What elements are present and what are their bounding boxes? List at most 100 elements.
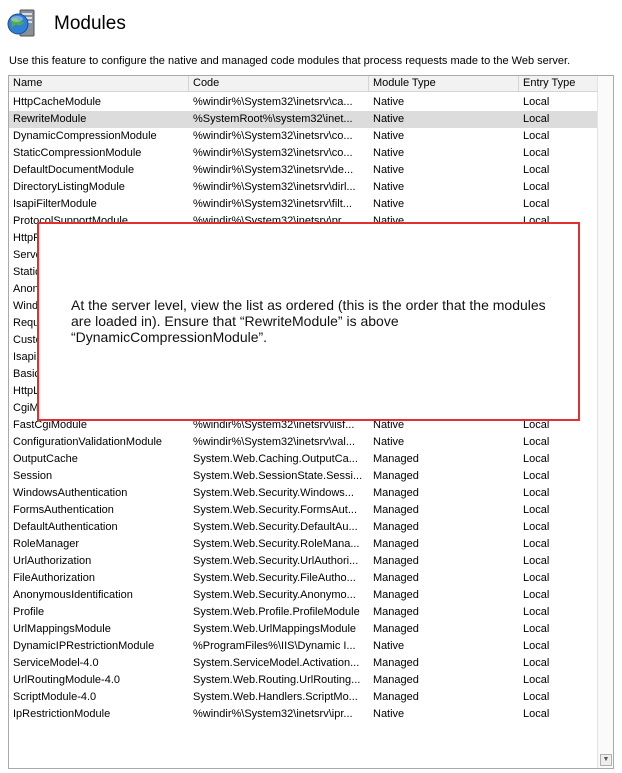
table-row[interactable]: UrlAuthorization System.Web.Security.UrlA…: [9, 553, 613, 570]
cell-module-type: Managed: [373, 589, 419, 601]
cell-name: ScriptModule-4.0: [13, 691, 97, 703]
cell-code: %windir%\System32\inetsrv\dirl...: [193, 181, 356, 193]
table-row[interactable]: DynamicCompressionModule %windir%\System3…: [9, 128, 613, 145]
cell-module-type: Managed: [373, 470, 419, 482]
cell-name: RewriteModule: [13, 113, 87, 125]
cell-module-type: Native: [373, 113, 405, 125]
cell-code: System.ServiceModel.Activation...: [193, 657, 360, 669]
cell-code: System.Web.Security.RoleMana...: [193, 538, 360, 550]
server-globe-icon: [6, 6, 42, 42]
cell-code: System.Web.SessionState.Sessi...: [193, 470, 363, 482]
table-row[interactable]: AnonymousIdentification System.Web.Securi…: [9, 587, 613, 604]
cell-code: %windir%\System32\inetsrv\val...: [193, 436, 355, 448]
cell-name: DynamicCompressionModule: [13, 130, 157, 142]
cell-code: System.Web.Profile.ProfileModule: [193, 606, 360, 618]
table-row[interactable]: RewriteModule %SystemRoot%\system32\inet.…: [9, 111, 613, 128]
cell-module-type: Native: [373, 640, 405, 652]
cell-name: OutputCache: [13, 453, 78, 465]
cell-module-type: Managed: [373, 691, 419, 703]
cell-code: %ProgramFiles%\IIS\Dynamic I...: [193, 640, 356, 652]
cell-module-type: Managed: [373, 555, 419, 567]
cell-name: FileAuthorization: [13, 572, 95, 584]
table-row[interactable]: RoleManager System.Web.Security.RoleMana.…: [9, 536, 613, 553]
cell-name: AnonymousIdentification: [13, 589, 133, 601]
table-row[interactable]: FormsAuthentication System.Web.Security.F…: [9, 502, 613, 519]
table-row[interactable]: OutputCache System.Web.Caching.OutputCa..…: [9, 451, 613, 468]
table-row[interactable]: ServiceModel-4.0 System.ServiceModel.Acti…: [9, 655, 613, 672]
table-row[interactable]: Profile System.Web.Profile.ProfileModule M…: [9, 604, 613, 621]
modules-grid[interactable]: Name Code Module Type Entry Type HttpCac…: [8, 75, 614, 769]
table-row[interactable]: DefaultDocumentModule %windir%\System32\i…: [9, 162, 613, 179]
cell-module-type: Native: [373, 181, 405, 193]
cell-name: IpRestrictionModule: [13, 708, 111, 720]
table-row[interactable]: IpRestrictionModule %windir%\System32\ine…: [9, 706, 613, 723]
callout-text: At the server level, view the list as or…: [71, 297, 546, 345]
cell-module-type: Managed: [373, 674, 419, 686]
cell-name: DefaultDocumentModule: [13, 164, 135, 176]
cell-module-type: Managed: [373, 657, 419, 669]
cell-module-type: Managed: [373, 453, 419, 465]
cell-code: System.Web.UrlMappingsModule: [193, 623, 357, 635]
cell-code: %windir%\System32\inetsrv\filt...: [193, 198, 352, 210]
table-row[interactable]: FileAuthorization System.Web.Security.Fil…: [9, 570, 613, 587]
cell-code: System.Web.Routing.UrlRouting...: [193, 674, 361, 686]
cell-module-type: Managed: [373, 606, 419, 618]
cell-code: System.Web.Handlers.ScriptMo...: [193, 691, 358, 703]
cell-module-type: Native: [373, 130, 405, 142]
page-title: Modules: [54, 13, 126, 34]
table-row[interactable]: HttpCacheModule %windir%\System32\inetsrv…: [9, 94, 613, 111]
cell-module-type: Managed: [373, 623, 419, 635]
cell-name: Session: [13, 470, 53, 482]
scroll-down-icon[interactable]: ▼: [600, 754, 612, 766]
cell-code: %windir%\System32\inetsrv\co...: [193, 147, 353, 159]
cell-name: UrlAuthorization: [13, 555, 92, 567]
table-row[interactable]: DynamicIPRestrictionModule %ProgramFiles%…: [9, 638, 613, 655]
table-row[interactable]: Session System.Web.SessionState.Sessi... M…: [9, 468, 613, 485]
cell-name: RoleManager: [13, 538, 80, 550]
table-row[interactable]: IsapiFilterModule %windir%\System32\inets…: [9, 196, 613, 213]
cell-module-type: Native: [373, 708, 405, 720]
cell-name: IsapiFilterModule: [13, 198, 97, 210]
grid-header: Name Code Module Type Entry Type: [9, 76, 613, 92]
feature-description: Use this feature to configure the native…: [9, 55, 571, 67]
cell-name: DynamicIPRestrictionModule: [13, 640, 155, 652]
cell-name: HttpCacheModule: [13, 96, 102, 108]
table-row[interactable]: UrlMappingsModule System.Web.UrlMappingsM…: [9, 621, 613, 638]
cell-name: UrlMappingsModule: [13, 623, 111, 635]
cell-name: DefaultAuthentication: [13, 521, 118, 533]
page-header: Modules: [6, 4, 126, 44]
instruction-callout: At the server level, view the list as or…: [37, 222, 580, 421]
vertical-scrollbar[interactable]: ▼: [597, 76, 613, 768]
cell-code: System.Web.Security.FileAutho...: [193, 572, 356, 584]
table-row[interactable]: StaticCompressionModule %windir%\System32…: [9, 145, 613, 162]
cell-module-type: Native: [373, 164, 405, 176]
table-row[interactable]: DirectoryListingModule %windir%\System32\…: [9, 179, 613, 196]
cell-module-type: Managed: [373, 538, 419, 550]
cell-name: Profile: [13, 606, 45, 618]
cell-module-type: Managed: [373, 521, 419, 533]
cell-code: System.Web.Caching.OutputCa...: [193, 453, 358, 465]
cell-module-type: Native: [373, 96, 405, 108]
cell-name: ServiceModel-4.0: [13, 657, 99, 669]
cell-module-type: Managed: [373, 572, 419, 584]
column-header-module-type[interactable]: Module Type: [369, 76, 519, 91]
cell-code: %SystemRoot%\system32\inet...: [193, 113, 353, 125]
column-header-name[interactable]: Name: [9, 76, 189, 91]
cell-name: UrlRoutingModule-4.0: [13, 674, 120, 686]
column-header-code[interactable]: Code: [189, 76, 369, 91]
table-row[interactable]: UrlRoutingModule-4.0 System.Web.Routing.U…: [9, 672, 613, 689]
cell-code: System.Web.Security.Anonymo...: [193, 589, 356, 601]
table-row[interactable]: ConfigurationValidationModule %windir%\Sy…: [9, 434, 613, 451]
cell-module-type: Managed: [373, 504, 419, 516]
cell-code: %windir%\System32\inetsrv\ca...: [193, 96, 353, 108]
cell-code: System.Web.Security.DefaultAu...: [193, 521, 358, 533]
cell-code: %windir%\System32\inetsrv\ipr...: [193, 708, 353, 720]
cell-module-type: Native: [373, 436, 405, 448]
cell-code: System.Web.Security.FormsAut...: [193, 504, 358, 516]
cell-module-type: Native: [373, 147, 405, 159]
table-row[interactable]: WindowsAuthentication System.Web.Security…: [9, 485, 613, 502]
table-row[interactable]: DefaultAuthentication System.Web.Security…: [9, 519, 613, 536]
cell-code: System.Web.Security.Windows...: [193, 487, 354, 499]
table-row[interactable]: ScriptModule-4.0 System.Web.Handlers.Scri…: [9, 689, 613, 706]
cell-module-type: Native: [373, 198, 405, 210]
